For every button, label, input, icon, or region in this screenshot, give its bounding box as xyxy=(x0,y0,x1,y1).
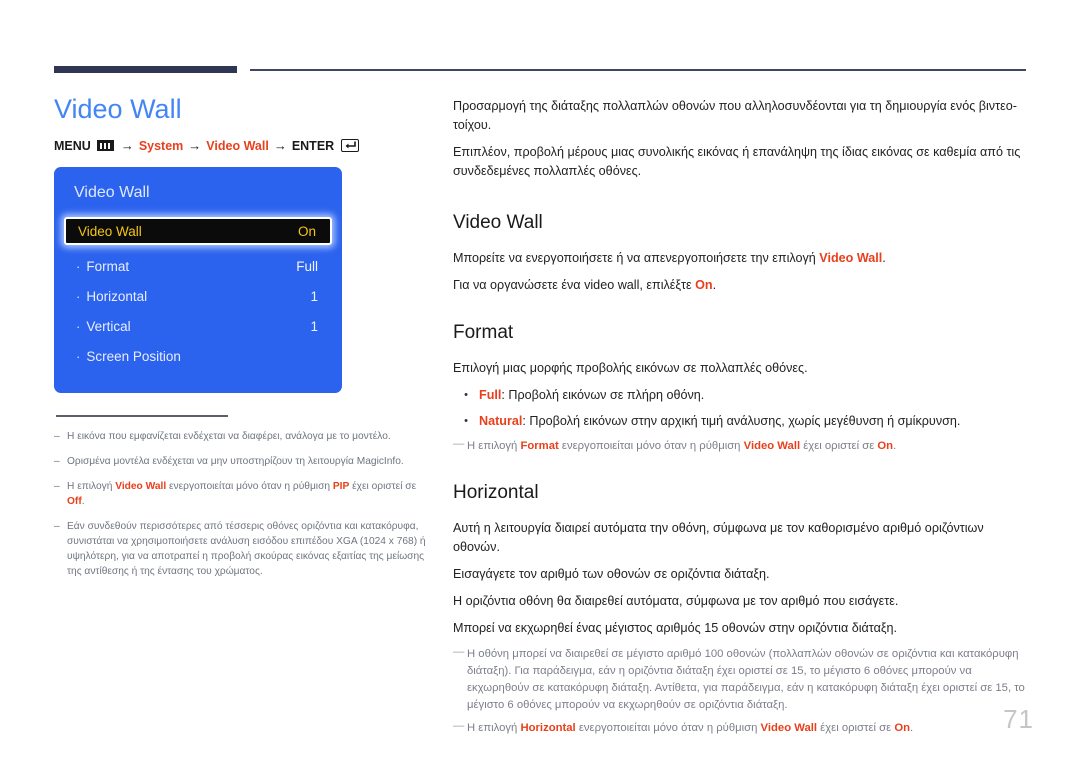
osd-row-label-wrap: · Screen Position xyxy=(76,349,181,364)
osd-row-screen-position[interactable]: · Screen Position xyxy=(54,341,342,371)
arrow-icon-1: → xyxy=(120,138,134,153)
note-text: Η οθόνη μπορεί να διαιρεθεί σε μέγιστο α… xyxy=(467,648,1025,711)
osd-row-label-wrap: · Vertical xyxy=(76,319,131,334)
footnote-text: Εάν συνδεθούν περισσότερες από τέσσερις … xyxy=(67,521,426,577)
menu-grid-icon xyxy=(96,140,114,151)
note-dash-icon: ― xyxy=(453,646,465,658)
right-column: Προσαρμογή της διάταξης πολλαπλών οθονών… xyxy=(453,97,1028,743)
osd-sub-item-dot-icon: · xyxy=(76,348,81,364)
section-bullet: • Full: Προβολή εικόνων σε πλήρη οθόνη. xyxy=(453,386,1028,405)
left-column: Video Wall MENU → System → Video Wall → … xyxy=(54,92,426,589)
footnote-divider xyxy=(56,415,228,417)
osd-sub-item-dot-icon: · xyxy=(76,258,81,274)
section-bullet: • Natural: Προβολή εικόνων στην αρχική τι… xyxy=(453,412,1028,431)
osd-row-label: Horizontal xyxy=(86,288,148,304)
bullet-dot-icon: • xyxy=(464,389,468,401)
osd-row-label-wrap: · Horizontal xyxy=(76,289,147,304)
footnote-dash-icon: ‒ xyxy=(54,456,60,467)
arrow-icon-2: → xyxy=(188,138,202,153)
osd-row-format[interactable]: · Format Full xyxy=(54,251,342,281)
osd-row-label-wrap: Video Wall xyxy=(78,224,142,239)
osd-row-label: Format xyxy=(86,258,130,274)
section-paragraph: Επιλογή μιας μορφής προβολής εικόνων σε … xyxy=(453,361,808,375)
header-rule-accent xyxy=(54,66,237,73)
osd-row-video-wall[interactable]: Video Wall On xyxy=(64,217,332,245)
section-note: ― Η επιλογή Horizontal ενεργοποιείται μόν… xyxy=(453,720,1028,737)
osd-row-label: Vertical xyxy=(86,318,131,334)
section-paragraph: Μπορείτε να ενεργοποιήσετε ή να απενεργο… xyxy=(453,251,886,265)
footnote-dash-icon: ‒ xyxy=(54,521,60,532)
footnote: ‒ Εάν συνδεθούν περισσότερες από τέσσερις… xyxy=(54,519,426,579)
menu-path-step-system: System xyxy=(138,138,184,153)
osd-row-horizontal[interactable]: · Horizontal 1 xyxy=(54,281,342,311)
bullet-text: Full: Προβολή εικόνων σε πλήρη οθόνη. xyxy=(479,388,705,402)
footnote-text: Η επιλογή Video Wall ενεργοποιείται μόνο… xyxy=(67,481,417,507)
page-number: 71 xyxy=(1003,704,1034,734)
section-paragraph: Εισαγάγετε τον αριθμό των οθονών σε οριζ… xyxy=(453,567,770,581)
section-note: ― Η επιλογή Format ενεργοποιείται μόνο ότ… xyxy=(453,438,1028,455)
footnote: ‒ Η εικόνα που εμφανίζεται ενδέχεται να δ… xyxy=(54,429,426,444)
left-notes-list: ‒ Η εικόνα που εμφανίζεται ενδέχεται να δ… xyxy=(54,429,426,579)
section-paragraph: Η οριζόντια οθόνη θα διαιρεθεί αυτόματα,… xyxy=(453,594,899,608)
manual-page: Video Wall MENU → System → Video Wall → … xyxy=(0,0,1080,763)
footnote-dash-icon: ‒ xyxy=(54,481,60,492)
section-note: ― Η οθόνη μπορεί να διαιρεθεί σε μέγιστο … xyxy=(453,646,1028,714)
osd-sub-item-dot-icon: · xyxy=(76,288,81,304)
intro-paragraph: Προσαρμογή της διάταξης πολλαπλών οθονών… xyxy=(453,99,1017,132)
note-dash-icon: ― xyxy=(453,438,465,450)
header-rule-thin xyxy=(250,69,1026,71)
osd-row-value[interactable]: 1 xyxy=(310,319,318,334)
menu-label: MENU xyxy=(54,138,91,153)
section-horizontal: Horizontal Αυτή η λειτουργία διαιρεί αυτό… xyxy=(453,481,1028,737)
osd-row-label-wrap: · Format xyxy=(76,259,129,274)
section-heading: Format xyxy=(453,322,514,343)
osd-row-label: Video Wall xyxy=(78,223,142,239)
section-heading: Video Wall xyxy=(453,212,543,233)
note-text: Η επιλογή Format ενεργοποιείται μόνο ότα… xyxy=(467,440,897,452)
osd-title: Video Wall xyxy=(74,184,150,201)
section-paragraph: Μπορεί να εκχωρηθεί ένας μέγιστος αριθμό… xyxy=(453,621,898,635)
menu-path-breadcrumb: MENU → System → Video Wall → ENTER xyxy=(54,138,426,153)
section-heading: Horizontal xyxy=(453,482,539,503)
note-text: Η επιλογή Horizontal ενεργοποιείται μόνο… xyxy=(467,722,914,734)
footnote: ‒ Ορισμένα μοντέλα ενδέχεται να μην υποστ… xyxy=(54,454,426,469)
enter-return-icon xyxy=(341,139,360,152)
intro-paragraphs: Προσαρμογή της διάταξης πολλαπλών οθονών… xyxy=(453,97,1028,181)
osd-row-label: Screen Position xyxy=(86,348,181,364)
section-video-wall: Video Wall Μπορείτε να ενεργοποιήσετε ή ν… xyxy=(453,211,1028,295)
osd-row-value[interactable]: 1 xyxy=(310,289,318,304)
osd-row-value[interactable]: Full xyxy=(296,259,318,274)
section-list: Video Wall Μπορείτε να ενεργοποιήσετε ή ν… xyxy=(453,211,1028,737)
section-format: Format Επιλογή μιας μορφής προβολής εικόν… xyxy=(453,321,1028,455)
bullet-text: Natural: Προβολή εικόνων στην αρχική τιμ… xyxy=(479,414,961,428)
footnote: ‒ Η επιλογή Video Wall ενεργοποιείται μόν… xyxy=(54,479,426,509)
note-dash-icon: ― xyxy=(453,720,465,732)
enter-label: ENTER xyxy=(291,138,335,153)
section-paragraph: Αυτή η λειτουργία διαιρεί αυτόματα την ο… xyxy=(453,521,984,554)
bullet-dot-icon: • xyxy=(464,415,468,427)
osd-panel-video-wall: Video Wall Video Wall On · Format Full · Horiz… xyxy=(54,167,342,393)
osd-row-list: Video Wall On · Format Full · Horizontal 1 · Vert… xyxy=(54,217,342,371)
osd-row-value[interactable]: On xyxy=(298,224,316,239)
menu-path-step-video-wall: Video Wall xyxy=(206,138,269,153)
footnote-text: Ορισμένα μοντέλα ενδέχεται να μην υποστη… xyxy=(67,456,404,467)
osd-sub-item-dot-icon: · xyxy=(76,318,81,334)
footnote-dash-icon: ‒ xyxy=(54,431,60,442)
arrow-icon-3: → xyxy=(273,138,287,153)
section-paragraph: Για να οργανώσετε ένα video wall, επιλέξ… xyxy=(453,278,717,292)
footnote-text: Η εικόνα που εμφανίζεται ενδέχεται να δι… xyxy=(67,431,391,442)
osd-row-vertical[interactable]: · Vertical 1 xyxy=(54,311,342,341)
page-title: Video Wall xyxy=(54,94,182,124)
intro-paragraph: Επιπλέον, προβολή μέρους μιας συνολικής … xyxy=(453,145,1021,178)
